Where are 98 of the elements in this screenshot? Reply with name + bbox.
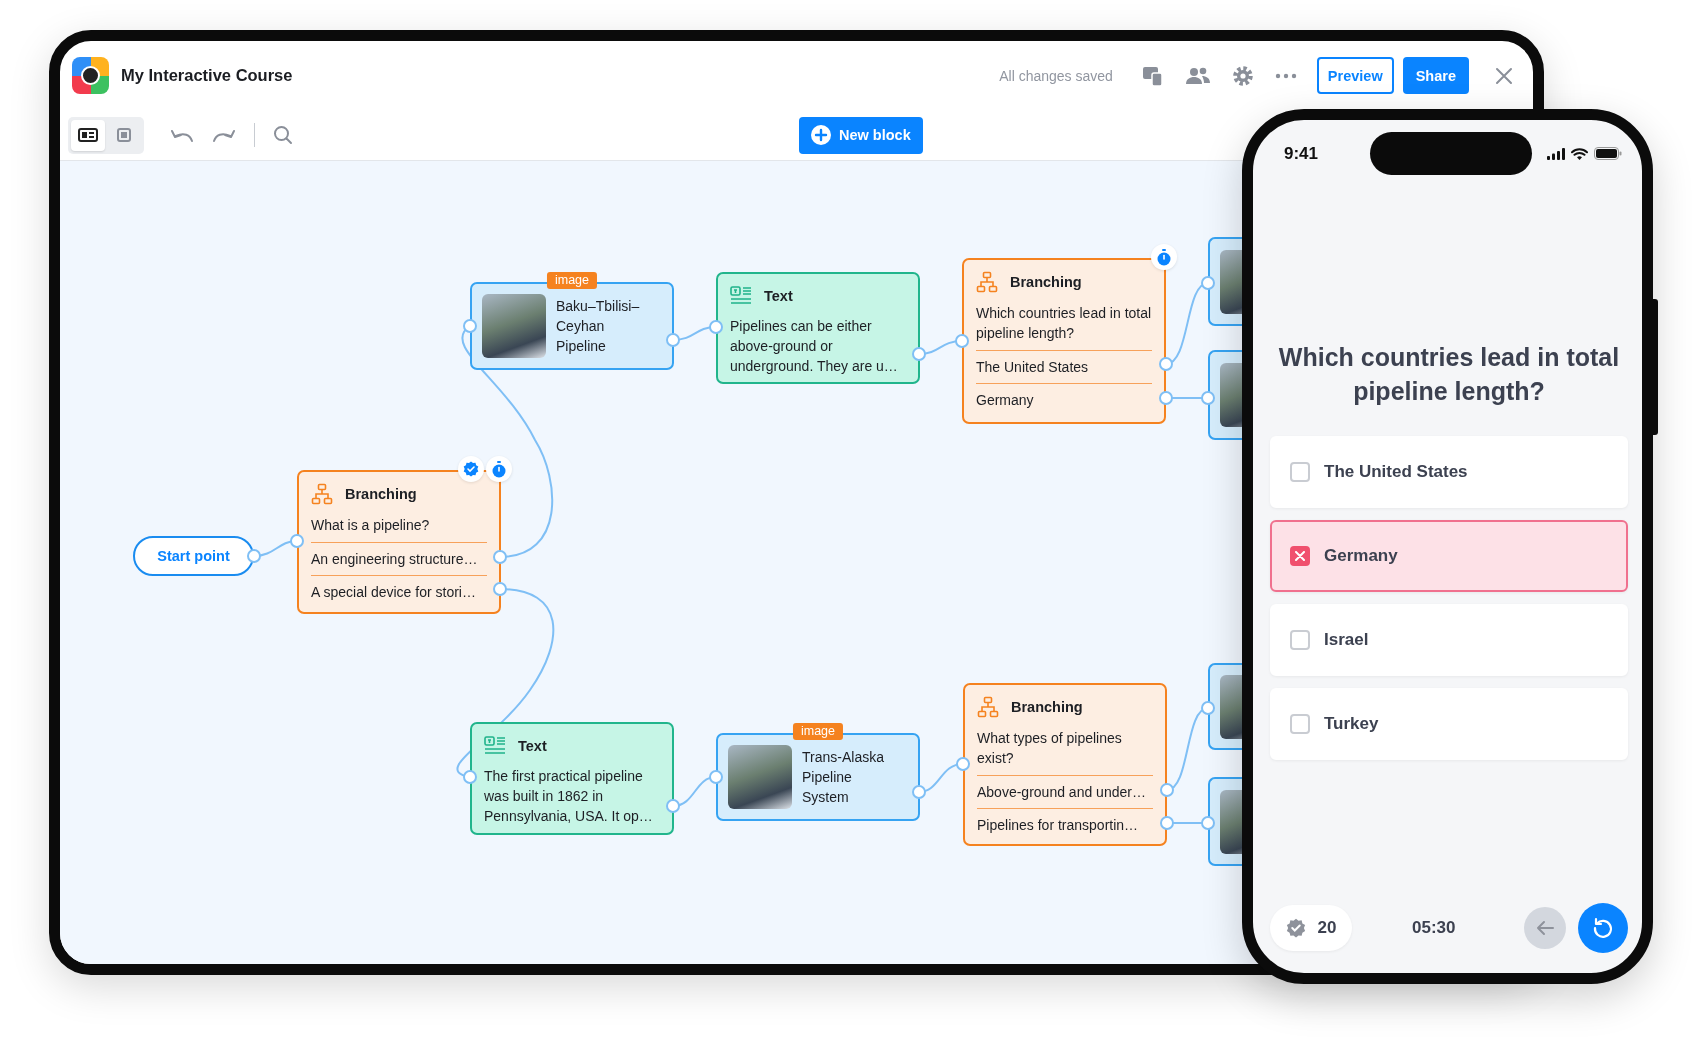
search-icon[interactable] — [273, 125, 293, 145]
timer-badge[interactable] — [1151, 244, 1177, 270]
text-block[interactable]: Text Pipelines can be either above-ground or underground. They are u… — [716, 272, 920, 384]
checkbox[interactable] — [1290, 462, 1310, 482]
timer-badge[interactable] — [486, 456, 512, 482]
text-block-icon — [730, 286, 752, 306]
answer-option: An engineering structure… — [311, 542, 487, 575]
question-text: What types of pipelines exist? — [977, 729, 1123, 768]
port-handle[interactable] — [247, 549, 261, 563]
port-handle[interactable] — [463, 319, 477, 333]
card-view-tab[interactable] — [71, 119, 105, 151]
port-handle[interactable] — [290, 534, 304, 548]
verified-badge-icon — [1285, 918, 1306, 938]
branching-block[interactable]: Branching What types of pipelines exist? Above-ground and under… Pipelines for transportin… — [963, 683, 1167, 846]
block-title: Text — [518, 737, 547, 756]
answer-option[interactable]: Germany — [1270, 520, 1628, 592]
port-handle[interactable] — [463, 770, 477, 784]
course-title: My Interactive Course — [121, 66, 293, 85]
port-handle[interactable] — [493, 582, 507, 596]
answer-option: A special device for stori… — [311, 575, 487, 608]
settings-icon[interactable] — [1230, 63, 1255, 88]
answer-option: Above-ground and under… — [977, 775, 1153, 808]
port-handle[interactable] — [709, 320, 723, 334]
block-title: Branching — [1010, 273, 1082, 292]
port-handle[interactable] — [1160, 783, 1174, 797]
answer-option[interactable]: The United States — [1270, 436, 1628, 508]
port-handle[interactable] — [1159, 357, 1173, 371]
checkbox[interactable] — [1290, 546, 1310, 566]
port-handle[interactable] — [956, 757, 970, 771]
cross-icon — [1295, 551, 1305, 561]
port-handle[interactable] — [666, 799, 680, 813]
port-handle[interactable] — [493, 550, 507, 564]
question-text: What is a pipeline? — [311, 516, 431, 535]
text-block-icon — [484, 736, 506, 756]
block-title: Branching — [345, 485, 417, 504]
port-handle[interactable] — [1201, 701, 1215, 715]
answer-option: Pipelines for transportin… — [977, 808, 1153, 841]
branching-icon — [976, 271, 998, 293]
verified-badge[interactable] — [458, 456, 484, 482]
image-tag: image — [793, 723, 843, 740]
image-caption: Trans-Alaska Pipeline System — [802, 748, 885, 807]
app-logo-icon — [72, 57, 109, 94]
port-handle[interactable] — [955, 334, 969, 348]
text-block[interactable]: Text The first practical pipeline was built in 1862 in Pennsylvania, USA. It op… — [470, 722, 674, 835]
timer-text: 05:30 — [1412, 918, 1456, 938]
preview-button[interactable]: Preview — [1316, 57, 1394, 94]
block-view-icon — [117, 128, 131, 142]
card-view-icon — [78, 128, 98, 142]
branching-icon — [311, 483, 333, 505]
signal-icon — [1547, 147, 1565, 160]
battery-icon — [1594, 147, 1622, 160]
port-handle[interactable] — [1201, 391, 1215, 405]
checkbox[interactable] — [1290, 630, 1310, 650]
restart-icon — [1592, 917, 1614, 939]
port-handle[interactable] — [1159, 391, 1173, 405]
undo-icon[interactable] — [170, 127, 194, 143]
answer-option[interactable]: Turkey — [1270, 688, 1628, 760]
block-text: Pipelines can be either above-ground or underground. They are u… — [730, 317, 899, 376]
share-button[interactable]: Share — [1402, 57, 1469, 94]
image-tag: image — [547, 272, 597, 289]
back-arrow-icon — [1536, 920, 1554, 936]
new-block-button[interactable]: New block — [799, 116, 923, 154]
answer-option[interactable]: Israel — [1270, 604, 1628, 676]
restart-button[interactable] — [1578, 903, 1628, 953]
port-handle[interactable] — [1201, 276, 1215, 290]
branching-icon — [977, 696, 999, 718]
plus-icon — [811, 125, 831, 145]
port-handle[interactable] — [709, 770, 723, 784]
block-text: The first practical pipeline was built in 1862 in Pennsylvania, USA. It op… — [484, 767, 654, 826]
block-title: Text — [764, 287, 793, 306]
more-icon[interactable] — [1274, 72, 1297, 79]
back-button[interactable] — [1524, 907, 1566, 949]
save-status: All changes saved — [999, 67, 1113, 84]
branching-block[interactable]: Branching What is a pipeline? An engineering structure… A special device for stori… — [297, 470, 501, 614]
close-icon[interactable] — [1495, 66, 1513, 85]
question-heading: Which countries lead in total pipeline length? — [1277, 342, 1621, 407]
photo-placeholder — [482, 294, 546, 358]
wifi-icon — [1571, 147, 1588, 160]
status-time: 9:41 — [1284, 143, 1320, 164]
verified-badge-icon — [463, 461, 479, 477]
port-handle[interactable] — [912, 785, 926, 799]
image-caption: Baku–Tbilisi–Ceyhan Pipeline — [556, 297, 641, 356]
port-handle[interactable] — [912, 347, 926, 361]
answer-option: The United States — [976, 350, 1152, 383]
stopwatch-icon — [491, 460, 507, 478]
redo-icon[interactable] — [212, 127, 236, 143]
port-handle[interactable] — [1201, 816, 1215, 830]
start-point-node[interactable]: Start point — [133, 536, 254, 576]
checkbox[interactable] — [1290, 714, 1310, 734]
photo-placeholder — [728, 745, 792, 809]
question-text: Which countries lead in total pipeline length? — [976, 304, 1152, 343]
branching-block[interactable]: Branching Which countries lead in total pipeline length? The United States Germany — [962, 258, 1166, 424]
block-title: Branching — [1011, 698, 1083, 717]
stopwatch-icon — [1156, 248, 1172, 266]
answer-option: Germany — [976, 383, 1152, 416]
port-handle[interactable] — [666, 333, 680, 347]
score-value: 20 — [1317, 918, 1337, 938]
port-handle[interactable] — [1160, 816, 1174, 830]
